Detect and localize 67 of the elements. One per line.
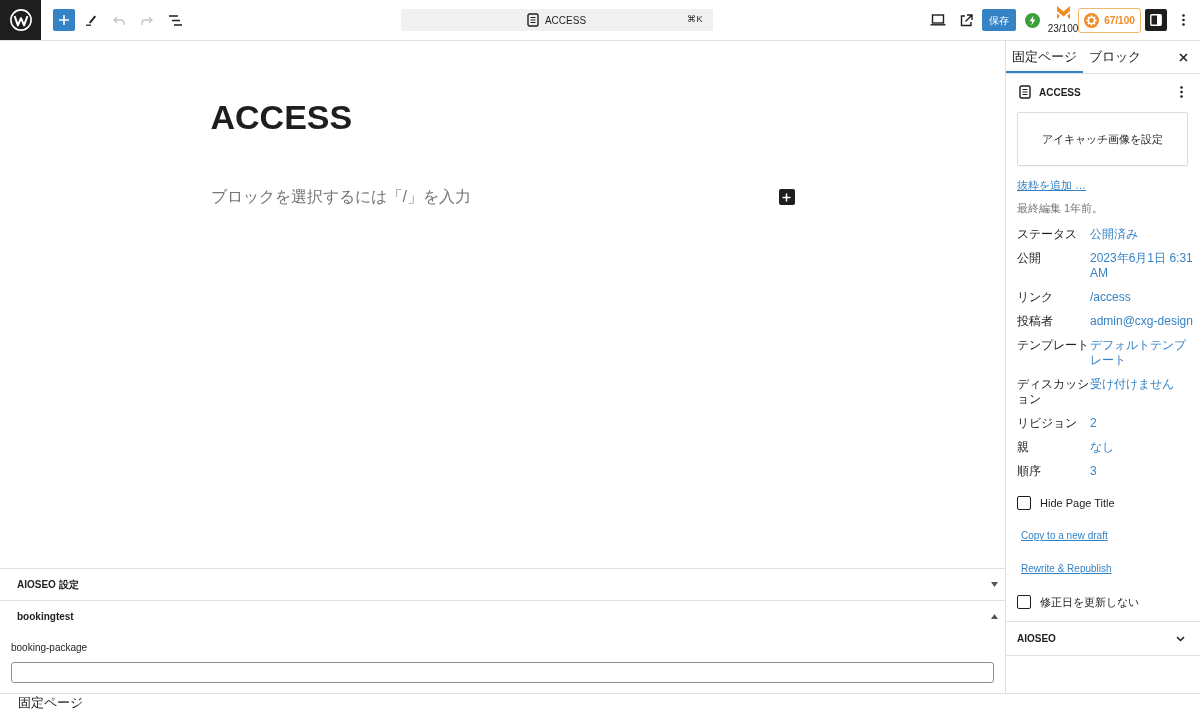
plus-icon bbox=[782, 192, 791, 202]
checkbox[interactable] bbox=[1017, 496, 1031, 510]
summary-value-link[interactable]: デフォルトテンプレート bbox=[1090, 338, 1197, 368]
panel-toggle[interactable]: AIOSEO bbox=[1006, 622, 1200, 655]
checkbox[interactable] bbox=[1017, 595, 1031, 609]
seo-score-button[interactable]: 67/100 bbox=[1078, 7, 1141, 33]
summary-label: 順序 bbox=[1017, 464, 1042, 479]
meta-box-toggle[interactable]: bookingtest bbox=[0, 601, 1005, 632]
meta-box-toggle[interactable]: AIOSEO 設定 bbox=[0, 569, 1005, 600]
caret-up-icon bbox=[991, 614, 998, 619]
more-vertical-icon bbox=[1181, 14, 1185, 26]
bolt-icon bbox=[1024, 12, 1040, 28]
save-button[interactable]: 保存 bbox=[982, 9, 1016, 31]
summary-label: リビジョン bbox=[1017, 416, 1078, 431]
list-icon bbox=[168, 14, 182, 26]
redo-icon bbox=[141, 15, 153, 25]
summary-value-link[interactable]: /access bbox=[1090, 290, 1131, 305]
last-edited-text: 最終編集 1年前。 bbox=[1017, 201, 1105, 215]
summary-value-link[interactable]: admin@cxg-design bbox=[1090, 314, 1193, 329]
add-block-button[interactable] bbox=[778, 189, 795, 205]
page-icon bbox=[526, 13, 539, 27]
command-palette-button[interactable]: ACCESS ⌘K bbox=[400, 9, 713, 31]
document-title: ACCESS bbox=[1039, 85, 1081, 100]
summary-value-link[interactable]: 2 bbox=[1090, 416, 1097, 431]
excerpt-link[interactable]: 抜粋を追加 … bbox=[1017, 178, 1087, 192]
summary-label: 公開 bbox=[1017, 251, 1042, 266]
text-input-field[interactable] bbox=[11, 662, 994, 683]
sidebar-tab[interactable]: ブロック bbox=[1083, 41, 1147, 73]
breadcrumb-button[interactable]: 固定ページ bbox=[18, 695, 83, 710]
checkbox-label: Hide Page Title bbox=[1040, 496, 1115, 510]
summary-label: テンプレート bbox=[1017, 338, 1090, 353]
summary-label: ステータス bbox=[1017, 227, 1078, 242]
summary-value-link[interactable]: 受け付けません bbox=[1090, 377, 1174, 392]
settings-toggle-button[interactable] bbox=[1145, 9, 1167, 31]
summary-value-link[interactable]: 3 bbox=[1090, 464, 1097, 479]
summary-label: 親 bbox=[1017, 440, 1030, 455]
undo-icon bbox=[113, 15, 125, 25]
featured-image-button[interactable]: アイキャッチ画像を設定 bbox=[1017, 112, 1188, 166]
summary-value-link[interactable]: 公開済み bbox=[1090, 227, 1138, 242]
summary-label: ディスカッション bbox=[1017, 377, 1090, 407]
summary-label: 投稿者 bbox=[1017, 314, 1054, 329]
page-icon bbox=[1019, 85, 1031, 99]
field-label: booking-package bbox=[11, 642, 89, 654]
external-link-icon bbox=[959, 13, 973, 27]
caret-down-icon bbox=[991, 582, 998, 587]
block-placeholder-field[interactable]: ブロックを選択するには「/」を入力 bbox=[210, 185, 771, 209]
gear-icon bbox=[1084, 12, 1100, 28]
action-link[interactable]: Copy to a new draft bbox=[1021, 529, 1108, 543]
more-vertical-icon bbox=[1179, 86, 1183, 98]
close-icon bbox=[1178, 52, 1188, 62]
site-logo-button[interactable] bbox=[0, 0, 41, 40]
zigzag-logo-icon bbox=[1055, 5, 1071, 20]
sidebar-panel-icon bbox=[1150, 14, 1162, 26]
plus-icon bbox=[58, 14, 70, 26]
checkbox-label: 修正日を更新しない bbox=[1040, 595, 1139, 609]
chevron-down-icon bbox=[1176, 635, 1185, 642]
shortcut-hint: ⌘K bbox=[687, 13, 703, 27]
sidebar-tab[interactable]: 固定ページ bbox=[1006, 41, 1083, 73]
summary-value-link[interactable]: なし bbox=[1090, 440, 1114, 455]
readability-score-button[interactable]: 23/100 bbox=[1048, 5, 1078, 35]
summary-label: リンク bbox=[1017, 290, 1054, 305]
site-logo-icon bbox=[9, 9, 32, 31]
laptop-icon bbox=[930, 14, 946, 26]
action-link[interactable]: Rewrite & Republish bbox=[1021, 562, 1112, 576]
summary-value-link[interactable]: 2023年6月1日 6:31 AM bbox=[1090, 251, 1197, 281]
pen-icon bbox=[85, 14, 97, 26]
page-title[interactable]: ACCESS bbox=[210, 97, 795, 138]
